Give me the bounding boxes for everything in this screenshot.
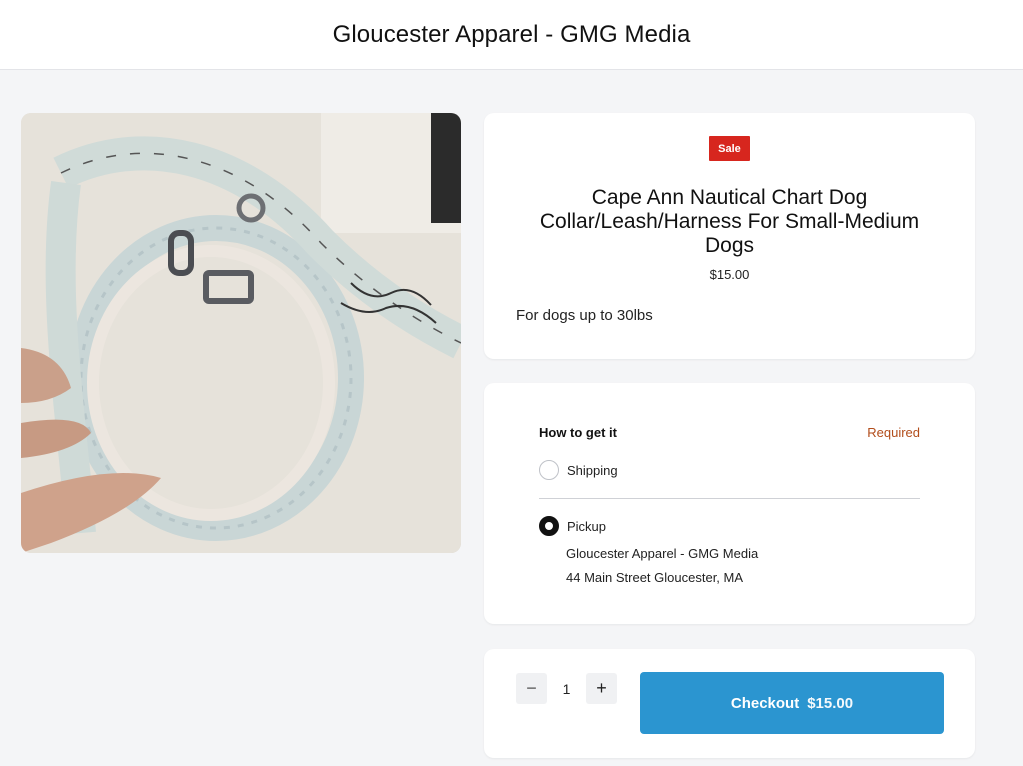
store-title: Gloucester Apparel - GMG Media [332,20,691,48]
checkout-card: − 1 + Checkout $15.00 [484,649,975,758]
product-description: For dogs up to 30lbs [516,307,653,324]
quantity-value[interactable]: 1 [547,681,586,697]
checkout-button[interactable]: Checkout $15.00 [640,672,944,734]
leash-illustration [21,113,461,553]
product-price: $15.00 [709,267,750,282]
shipping-radio[interactable] [539,460,559,480]
sale-badge: Sale [709,136,750,161]
checkout-label: Checkout [730,694,800,712]
pickup-location-name: Gloucester Apparel - GMG Media [566,546,759,561]
pickup-option[interactable]: Pickup [539,516,606,536]
product-image [21,113,461,553]
quantity-stepper: − 1 + [516,673,617,704]
pickup-location-address: 44 Main Street Gloucester, MA [566,570,744,585]
fulfillment-card: How to get it Required Shipping Pickup G… [484,383,975,624]
fulfillment-heading: How to get it [539,425,617,440]
fulfillment-header: How to get it Required [539,425,920,440]
product-title: Cape Ann Nautical Chart Dog Collar/Leash… [539,186,920,257]
pickup-location: Gloucester Apparel - GMG Media 44 Main S… [566,542,758,590]
decrement-button[interactable]: − [516,673,547,704]
checkout-amount: $15.00 [807,694,854,712]
shipping-option-label: Shipping [567,462,618,478]
shipping-option[interactable]: Shipping [539,460,618,480]
minus-icon: − [526,678,537,698]
product-details-card: Sale Cape Ann Nautical Chart Dog Collar/… [484,113,975,359]
plus-icon: + [596,678,607,698]
increment-button[interactable]: + [586,673,617,704]
pickup-option-label: Pickup [567,518,607,534]
store-header: Gloucester Apparel - GMG Media [0,0,1023,70]
option-divider [539,498,920,499]
required-label: Required [867,425,920,440]
pickup-radio[interactable] [539,516,559,536]
